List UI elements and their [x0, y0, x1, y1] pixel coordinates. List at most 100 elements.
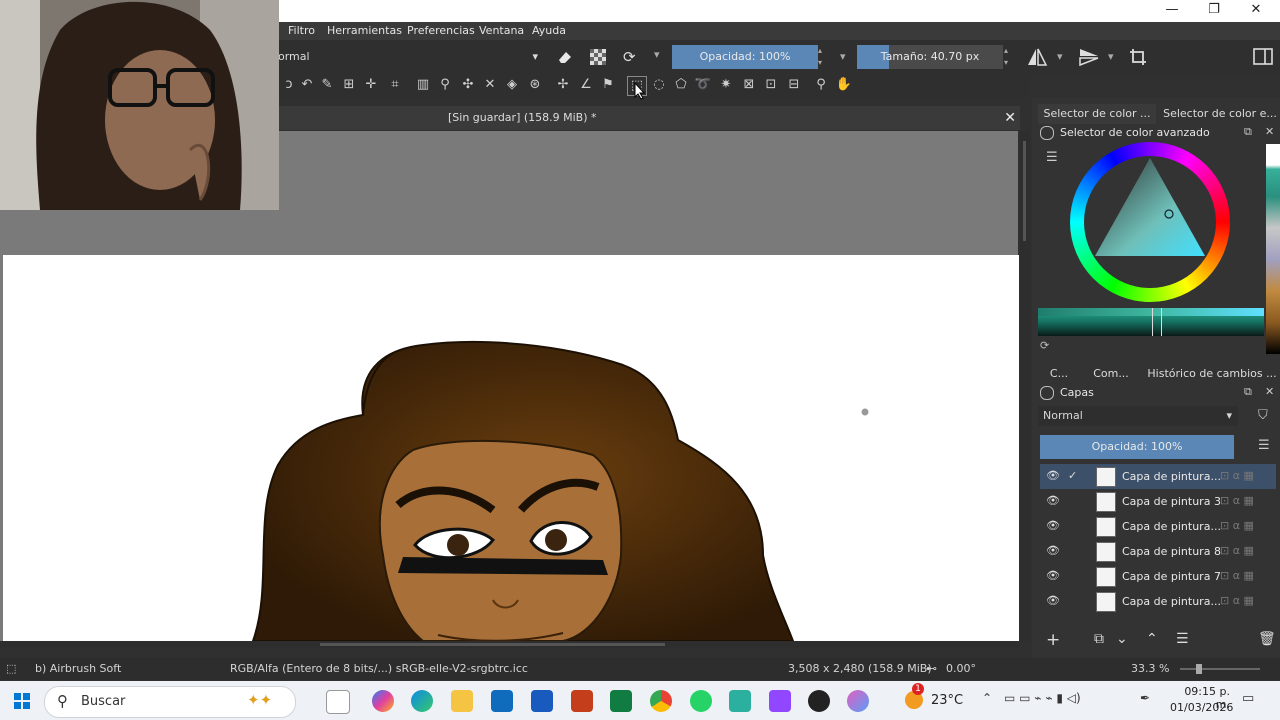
task-view-icon[interactable] [326, 690, 350, 714]
menu-ventana[interactable]: Ventana [479, 22, 524, 40]
visibility-eye-icon[interactable]: 👁 [1046, 469, 1060, 483]
powerpoint-icon[interactable] [571, 690, 593, 712]
menu-preferencias[interactable]: Preferencias [407, 22, 475, 40]
close-icon[interactable]: ✕ [1265, 125, 1274, 138]
excel-icon[interactable] [610, 690, 632, 712]
bezier-selection-icon[interactable]: ⊡ [762, 76, 780, 94]
filter-icon[interactable]: ⛉ [1258, 408, 1268, 423]
layer-row[interactable]: 👁 Capa de pintura 3 ⊡ α ▦ [1040, 489, 1276, 514]
multibrush-icon[interactable]: ↶ [298, 76, 316, 94]
restore-button[interactable]: ❐ [1194, 0, 1234, 22]
chrome-icon[interactable] [650, 690, 672, 712]
copilot-icon[interactable] [372, 690, 394, 712]
color-shade-strip[interactable] [1038, 308, 1264, 336]
layer-row[interactable]: 👁 Capa de pintura 7 ⊡ α ▦ [1040, 564, 1276, 589]
document-tab[interactable]: [Sin guardar] (158.9 MiB) * ✕ [278, 106, 1020, 130]
file-explorer-icon[interactable] [451, 690, 473, 712]
measure-icon[interactable]: ∠ [577, 76, 595, 94]
opacity-spin-icon[interactable]: ▴ ▾ [818, 45, 830, 69]
lock-icon[interactable]: ⊡ α ▦ [1220, 569, 1254, 582]
windows-start-icon[interactable] [14, 693, 30, 709]
chevron-down-icon[interactable]: ▾ [840, 50, 846, 63]
chevron-up-icon[interactable]: ⌃ [982, 691, 992, 705]
polygon-selection-icon[interactable]: ⬠ [672, 76, 690, 94]
wrap-around-icon[interactable] [1128, 47, 1148, 67]
whatsapp-icon[interactable] [690, 690, 712, 712]
palette-swatches[interactable] [1266, 144, 1280, 354]
fill-icon[interactable]: ◈ [503, 76, 521, 94]
visibility-eye-icon[interactable]: 👁 [1046, 494, 1060, 508]
move-down-icon[interactable]: ⌄ [1116, 631, 1128, 647]
twitch-icon[interactable] [769, 690, 791, 712]
close-icon[interactable]: ✕ [1265, 385, 1274, 398]
layer-properties-icon[interactable]: ☰ [1176, 631, 1189, 647]
duplicate-layer-icon[interactable]: ⧉ [1094, 631, 1104, 647]
pen-icon[interactable]: ✒ [1140, 691, 1150, 705]
tab-color-selector-extra[interactable]: Selector de color e... [1162, 104, 1278, 124]
lock-icon[interactable]: ⊡ α ▦ [1220, 544, 1254, 557]
horizontal-scroll-thumb[interactable] [320, 643, 665, 646]
chevron-down-icon[interactable]: ▾ [1057, 50, 1063, 63]
float-icon[interactable]: ⧉ [1244, 125, 1252, 139]
eraser-icon[interactable] [556, 48, 574, 66]
pan-icon[interactable]: ✋ [835, 76, 853, 94]
drawing-canvas[interactable] [3, 255, 1019, 641]
transform-icon[interactable]: ⊞ [340, 76, 358, 94]
edge-icon[interactable] [411, 690, 433, 712]
panel-layout-icon[interactable] [1253, 47, 1273, 67]
add-layer-icon[interactable]: + [1046, 630, 1060, 650]
visibility-eye-icon[interactable]: 👁 [1046, 544, 1060, 558]
chevron-down-icon[interactable]: ▾ [654, 48, 660, 61]
elliptical-selection-icon[interactable]: ◌ [650, 76, 668, 94]
menu-icon[interactable]: ☰ [1258, 438, 1270, 453]
krita-icon[interactable] [847, 690, 869, 712]
minimize-button[interactable]: — [1152, 0, 1192, 22]
hue-ring[interactable] [1070, 142, 1230, 302]
selection-icon[interactable]: ⬚ [6, 658, 16, 680]
layer-row[interactable]: 👁 Capa de pintura 8 ⊡ α ▦ [1040, 539, 1276, 564]
zoom-slider-handle[interactable] [1196, 664, 1202, 674]
dynamic-brush-icon[interactable]: ↄ [280, 76, 298, 94]
mirror-vertical-icon[interactable] [1078, 47, 1100, 67]
clock-date[interactable]: 01/03/2026 [1170, 701, 1233, 714]
lock-icon[interactable]: ⊡ α ▦ [1220, 469, 1254, 482]
menu-herramientas[interactable]: Herramientas [327, 22, 402, 40]
reference-icon[interactable]: ⚑ [599, 76, 617, 94]
settings-list-icon[interactable]: ☰ [1046, 150, 1058, 165]
lock-icon[interactable]: ⊡ α ▦ [1220, 519, 1254, 532]
float-icon[interactable]: ⧉ [1244, 385, 1252, 399]
alpha-lock-icon[interactable] [589, 48, 607, 66]
gradient-icon[interactable]: ▥ [414, 76, 432, 94]
search-box[interactable]: ⚲ Buscar ✦✦ [44, 686, 296, 718]
word-icon[interactable] [531, 690, 553, 712]
visibility-eye-icon[interactable]: 👁 [1046, 519, 1060, 533]
mirror-horizontal-icon[interactable] [1026, 47, 1048, 67]
menu-filtro[interactable]: Filtro [288, 22, 315, 40]
zoom-icon[interactable]: ⚲ [812, 76, 830, 94]
lock-icon[interactable]: ⊡ α ▦ [1220, 594, 1254, 607]
delete-layer-icon[interactable]: 🗑 [1258, 631, 1276, 647]
reload-preset-icon[interactable]: ⟳ [623, 48, 641, 66]
similar-selection-icon[interactable]: ⊠ [740, 76, 758, 94]
tab-history[interactable]: Histórico de cambios ... [1144, 364, 1280, 384]
vertical-scrollbar[interactable] [1020, 131, 1030, 641]
menu-ayuda[interactable]: Ayuda [532, 22, 566, 40]
contiguous-selection-icon[interactable]: ✷ [717, 76, 735, 94]
store-icon[interactable] [729, 690, 751, 712]
eyedropper-icon[interactable]: ⚲ [436, 76, 454, 94]
close-window-button[interactable]: ✕ [1236, 0, 1276, 22]
tab-c[interactable]: C... [1040, 364, 1078, 384]
lock-icon[interactable]: ⊡ α ▦ [1220, 494, 1254, 507]
close-document-button[interactable]: ✕ [1004, 106, 1016, 130]
tab-com[interactable]: Com... [1086, 364, 1136, 384]
horizontal-scrollbar[interactable] [0, 641, 1018, 648]
tray-icons[interactable]: ▭ ▭ ⌁ ⌁ ▮ ◁) [1004, 691, 1081, 705]
tab-color-selector[interactable]: Selector de color ... [1038, 104, 1156, 124]
visibility-eye-icon[interactable]: 👁 [1046, 569, 1060, 583]
outlook-icon[interactable] [491, 690, 513, 712]
notifications-icon[interactable]: ▭ [1242, 691, 1254, 706]
blend-mode-select[interactable]: ormal ▾ [278, 47, 544, 67]
rotation-icon[interactable]: ⊷ [926, 658, 937, 680]
magnetic-selection-icon[interactable]: ⊟ [785, 76, 803, 94]
crop-icon[interactable]: ⌗ [386, 76, 404, 94]
